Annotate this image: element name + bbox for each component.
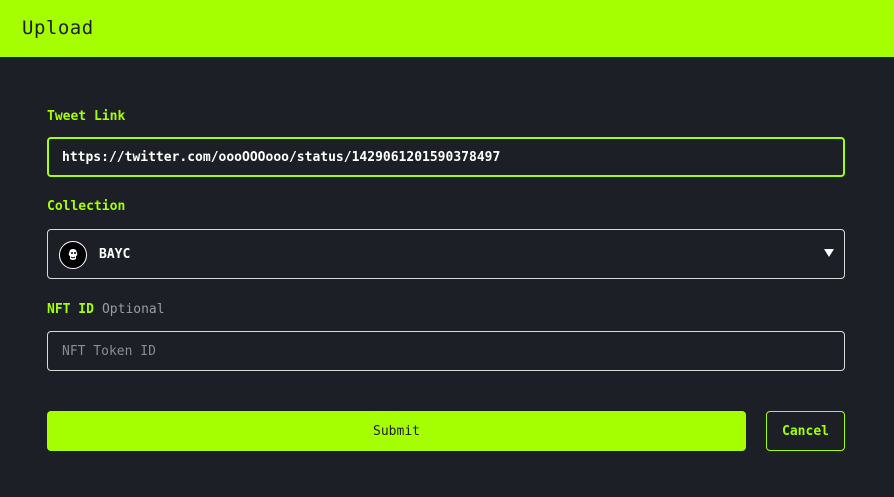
bayc-ape-icon (59, 241, 87, 269)
cancel-button[interactable]: Cancel (766, 411, 845, 451)
chevron-down-icon (824, 249, 834, 257)
bayc-ape-glyph (68, 249, 78, 260)
submit-button[interactable]: Submit (47, 411, 746, 451)
nft-id-label: NFT ID Optional (47, 302, 165, 317)
nft-id-label-text: NFT ID (47, 302, 94, 317)
collection-select[interactable]: BAYC (47, 229, 845, 279)
nft-id-field (47, 331, 845, 371)
upload-dialog: Upload Tweet Link Collection BAYC NFT ID… (0, 0, 894, 497)
dialog-title: Upload (22, 17, 94, 39)
tweet-link-input[interactable] (49, 139, 843, 175)
collection-label: Collection (47, 199, 126, 214)
tweet-link-label: Tweet Link (47, 109, 126, 124)
collection-selected-value: BAYC (99, 247, 131, 262)
tweet-link-field (47, 137, 845, 177)
dialog-header: Upload (0, 0, 894, 57)
nft-id-input[interactable] (48, 332, 844, 370)
nft-id-optional-text: Optional (101, 302, 165, 317)
